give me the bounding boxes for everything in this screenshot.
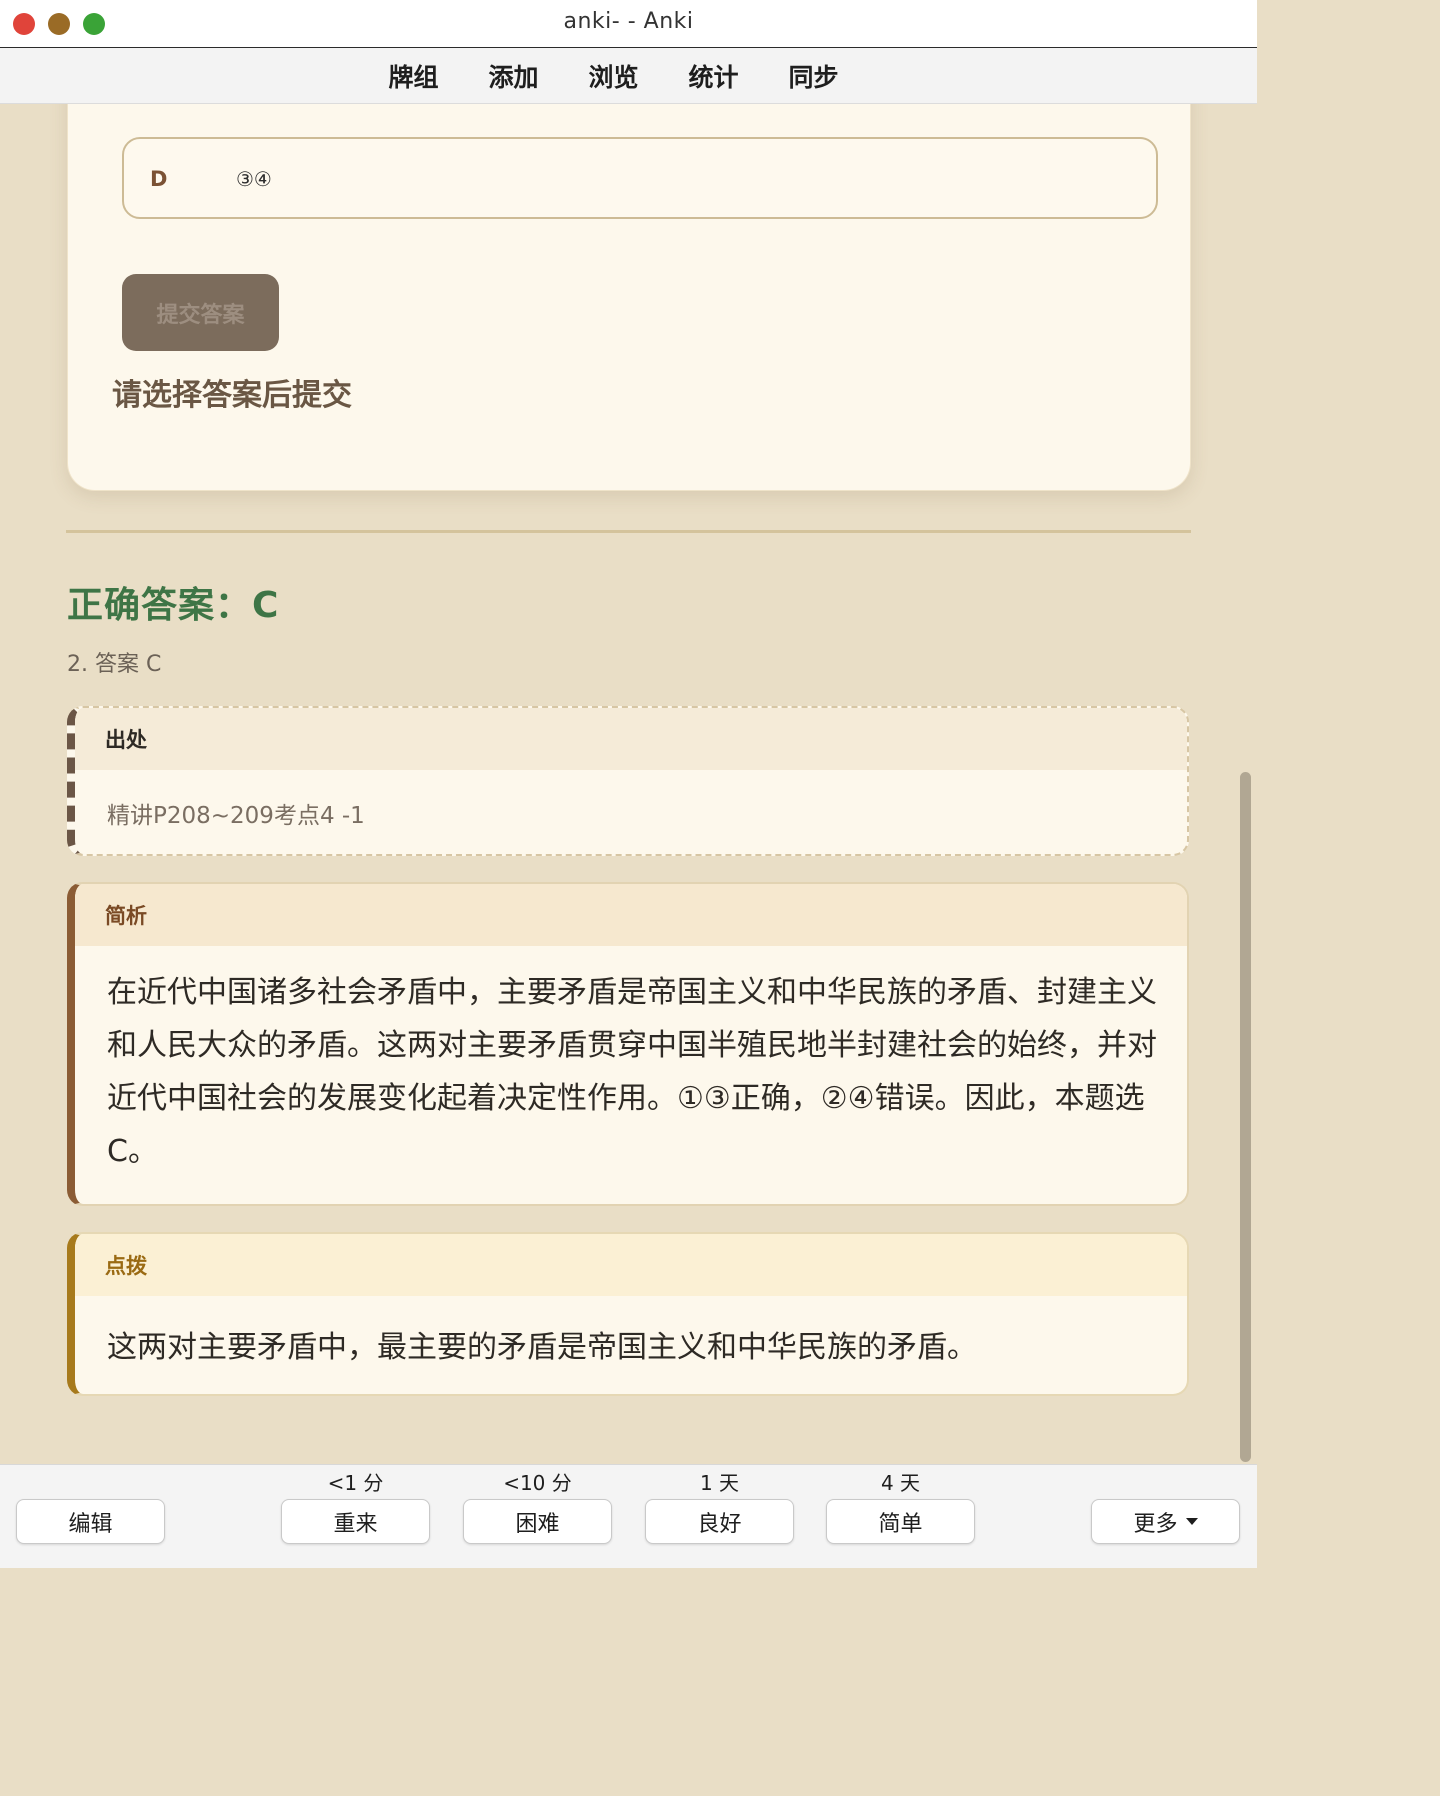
hard-button[interactable]: 困难 [463,1499,612,1544]
analysis-panel: 简析 在近代中国诸多社会矛盾中，主要矛盾是帝国主义和中华民族的矛盾、封建主义和人… [67,882,1189,1206]
tip-text: 这两对主要矛盾中，最主要的矛盾是帝国主义和中华民族的矛盾。 [107,1330,977,1365]
easy-interval: 4 天 [880,1471,921,1495]
menu-browse[interactable]: 浏览 [588,58,638,94]
menu-stats[interactable]: 统计 [689,58,739,94]
analysis-text: 在近代中国诸多社会矛盾中，主要矛盾是帝国主义和中华民族的矛盾、封建主义和人民大众… [107,975,1157,1169]
section-divider [66,530,1191,533]
more-button[interactable]: 更多 [1091,1499,1240,1544]
hard-interval: <10 分 [503,1471,572,1495]
option-text: ③④ [236,167,272,191]
analysis-title: 简析 [75,884,1187,946]
menu-decks[interactable]: 牌组 [388,58,438,94]
source-title: 出处 [75,708,1187,770]
content-scrollbar[interactable] [1240,772,1251,1462]
submit-hint: 请选择答案后提交 [112,378,352,413]
window-titlebar: anki- - Anki [0,0,1257,48]
edit-button[interactable]: 编辑 [16,1499,165,1544]
again-button[interactable]: 重来 [281,1499,430,1544]
main-toolbar: 牌组 添加 浏览 统计 同步 [0,48,1257,104]
tip-title: 点拨 [75,1234,1187,1296]
easy-button[interactable]: 简单 [826,1499,975,1544]
good-interval: 1 天 [699,1471,740,1495]
window-title: anki- - Anki [563,9,694,34]
correct-answer-heading: 正确答案：C [67,585,280,626]
submit-answer-button[interactable]: 提交答案 [122,274,279,351]
good-button[interactable]: 良好 [645,1499,794,1544]
card-content: D ③④ 提交答案 请选择答案后提交 正确答案：C 2. 答案 C 出处 精讲P… [0,104,1257,1464]
answer-note: 2. 答案 C [67,652,162,677]
menu-add[interactable]: 添加 [488,58,538,94]
answer-option-d[interactable]: D ③④ [122,137,1158,219]
tip-panel: 点拨 这两对主要矛盾中，最主要的矛盾是帝国主义和中华民族的矛盾。 [67,1232,1189,1396]
option-letter: D [150,167,168,191]
menu-sync[interactable]: 同步 [789,58,839,94]
source-panel: 出处 精讲P208~209考点4 -1 [67,706,1189,856]
chevron-down-icon [1185,1518,1198,1525]
source-text: 精讲P208~209考点4 -1 [107,803,365,829]
answer-bar: 编辑 <1 分 重来 <10 分 困难 1 天 良好 4 天 简单 更多 [0,1464,1257,1568]
more-label: 更多 [1133,1511,1178,1537]
again-interval: <1 分 [327,1471,384,1495]
question-card: D ③④ 提交答案 请选择答案后提交 [67,104,1191,491]
